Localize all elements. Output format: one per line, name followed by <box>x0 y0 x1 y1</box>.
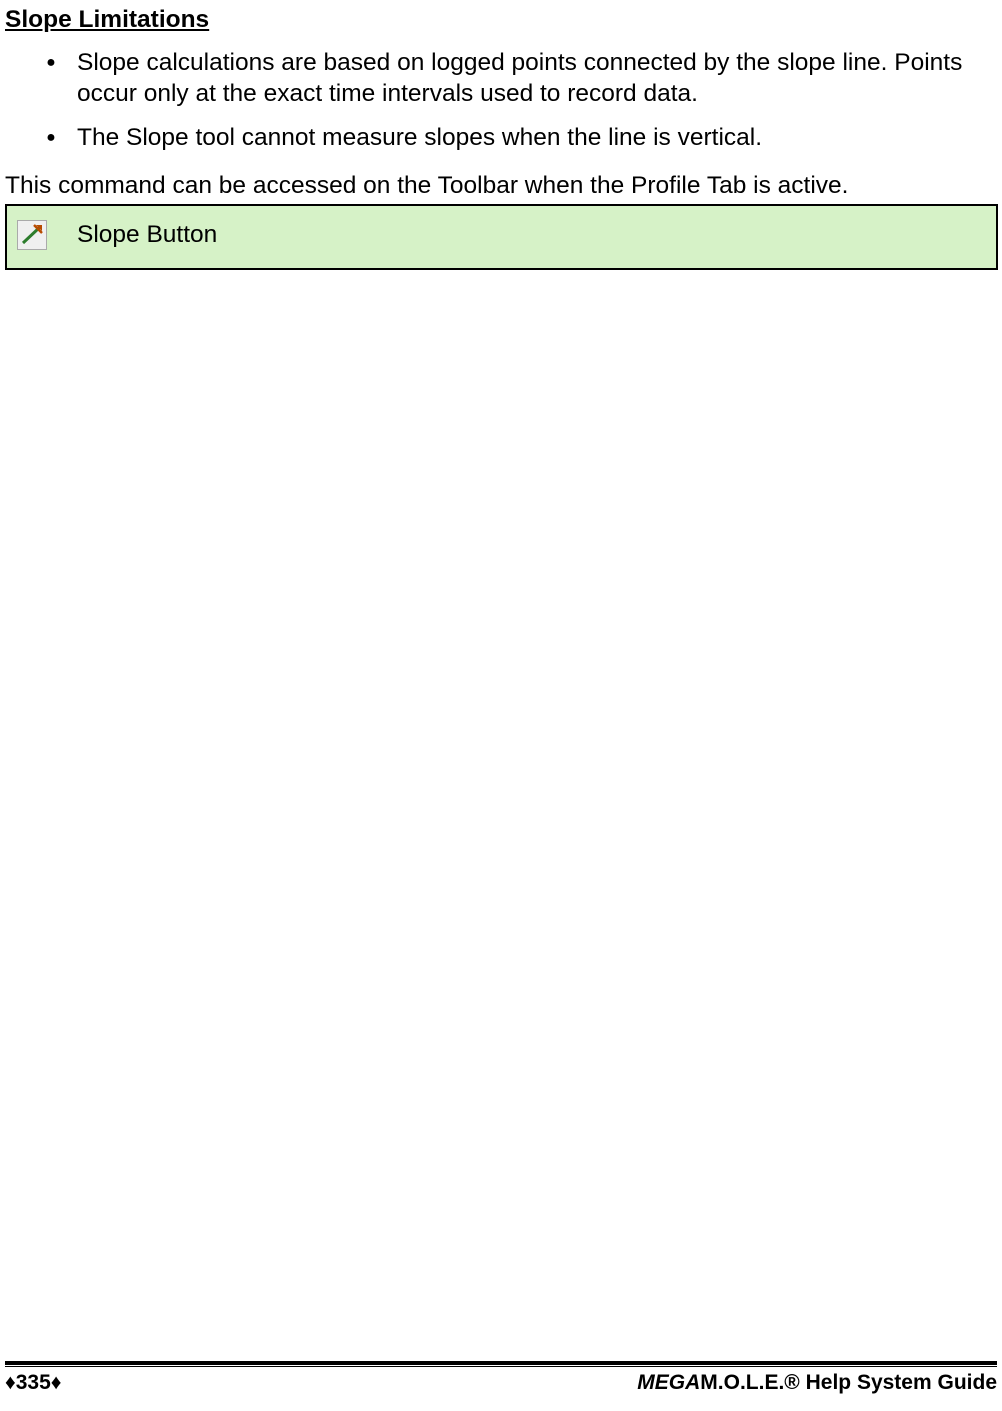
list-item: ● Slope calculations are based on logged… <box>5 48 997 109</box>
table-row: Slope Button <box>7 206 996 268</box>
page-number: ♦335♦ <box>5 1371 61 1395</box>
section-heading: Slope Limitations <box>5 6 997 34</box>
list-item: ● The Slope tool cannot measure slopes w… <box>5 123 997 154</box>
guide-suffix: M.O.L.E.® Help System Guide <box>700 1371 997 1395</box>
bullet-text: The Slope tool cannot measure slopes whe… <box>77 123 997 154</box>
icon-cell <box>17 220 69 250</box>
guide-prefix: MEGA <box>637 1371 700 1395</box>
button-label: Slope Button <box>69 221 217 249</box>
page-footer: ♦335♦ MEGAM.O.L.E.® Help System Guide <box>0 1361 1002 1395</box>
footer-rule-thin <box>5 1366 997 1367</box>
slope-icon <box>17 220 47 250</box>
footer-rule-thick <box>5 1361 997 1365</box>
bullet-icon: ● <box>5 123 77 153</box>
bullet-icon: ● <box>5 48 77 78</box>
access-description: This command can be accessed on the Tool… <box>5 172 997 200</box>
guide-title: MEGAM.O.L.E.® Help System Guide <box>637 1371 997 1395</box>
bullet-text: Slope calculations are based on logged p… <box>77 48 997 109</box>
button-callout-box: Slope Button <box>5 204 998 270</box>
bullet-list: ● Slope calculations are based on logged… <box>5 48 997 154</box>
